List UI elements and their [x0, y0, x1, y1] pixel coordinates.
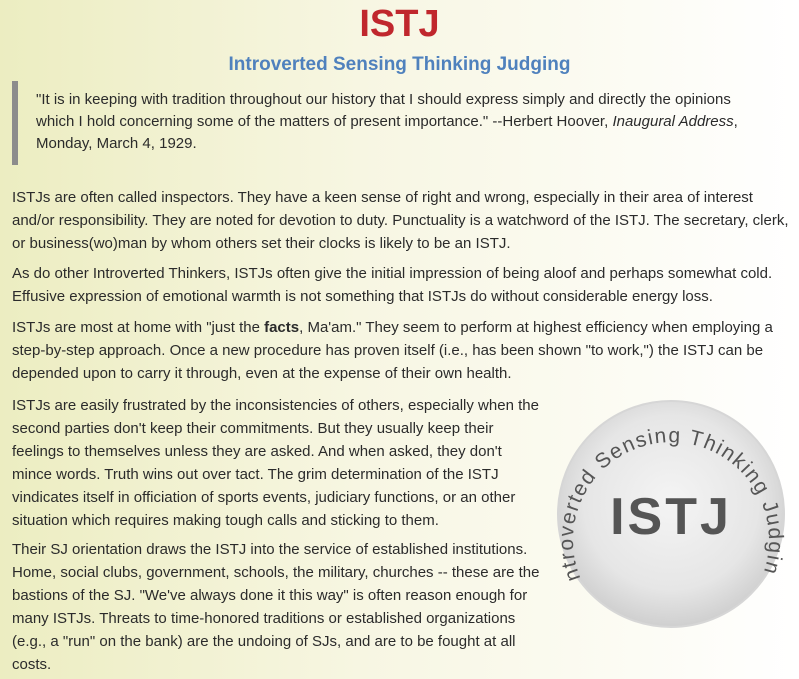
quote-source: Inaugural Address: [612, 113, 734, 130]
paragraph-facts: ISTJs are most at home with "just the fa…: [12, 316, 792, 385]
facts-bold: facts: [264, 319, 300, 336]
paragraph-aloof: As do other Introverted Thinkers, ISTJs …: [12, 265, 773, 305]
page-subtitle: Introverted Sensing Thinking Judging: [228, 54, 571, 75]
page-title: ISTJ: [359, 3, 440, 45]
istj-badge: Introverted Sensing Thinking Judging IST…: [555, 398, 786, 628]
paragraph-facts-pre: ISTJs are most at home with "just the: [12, 319, 265, 336]
hoover-quote: "It is in keeping with tradition through…: [12, 81, 772, 165]
paragraph-sj-orientation: Their SJ orientation draws the ISTJ into…: [12, 541, 540, 673]
paragraph-frustrated: ISTJs are easily frustrated by the incon…: [12, 397, 539, 529]
paragraph-inspectors: ISTJs are often called inspectors. They …: [12, 189, 789, 252]
badge-center-text: ISTJ: [610, 488, 732, 546]
